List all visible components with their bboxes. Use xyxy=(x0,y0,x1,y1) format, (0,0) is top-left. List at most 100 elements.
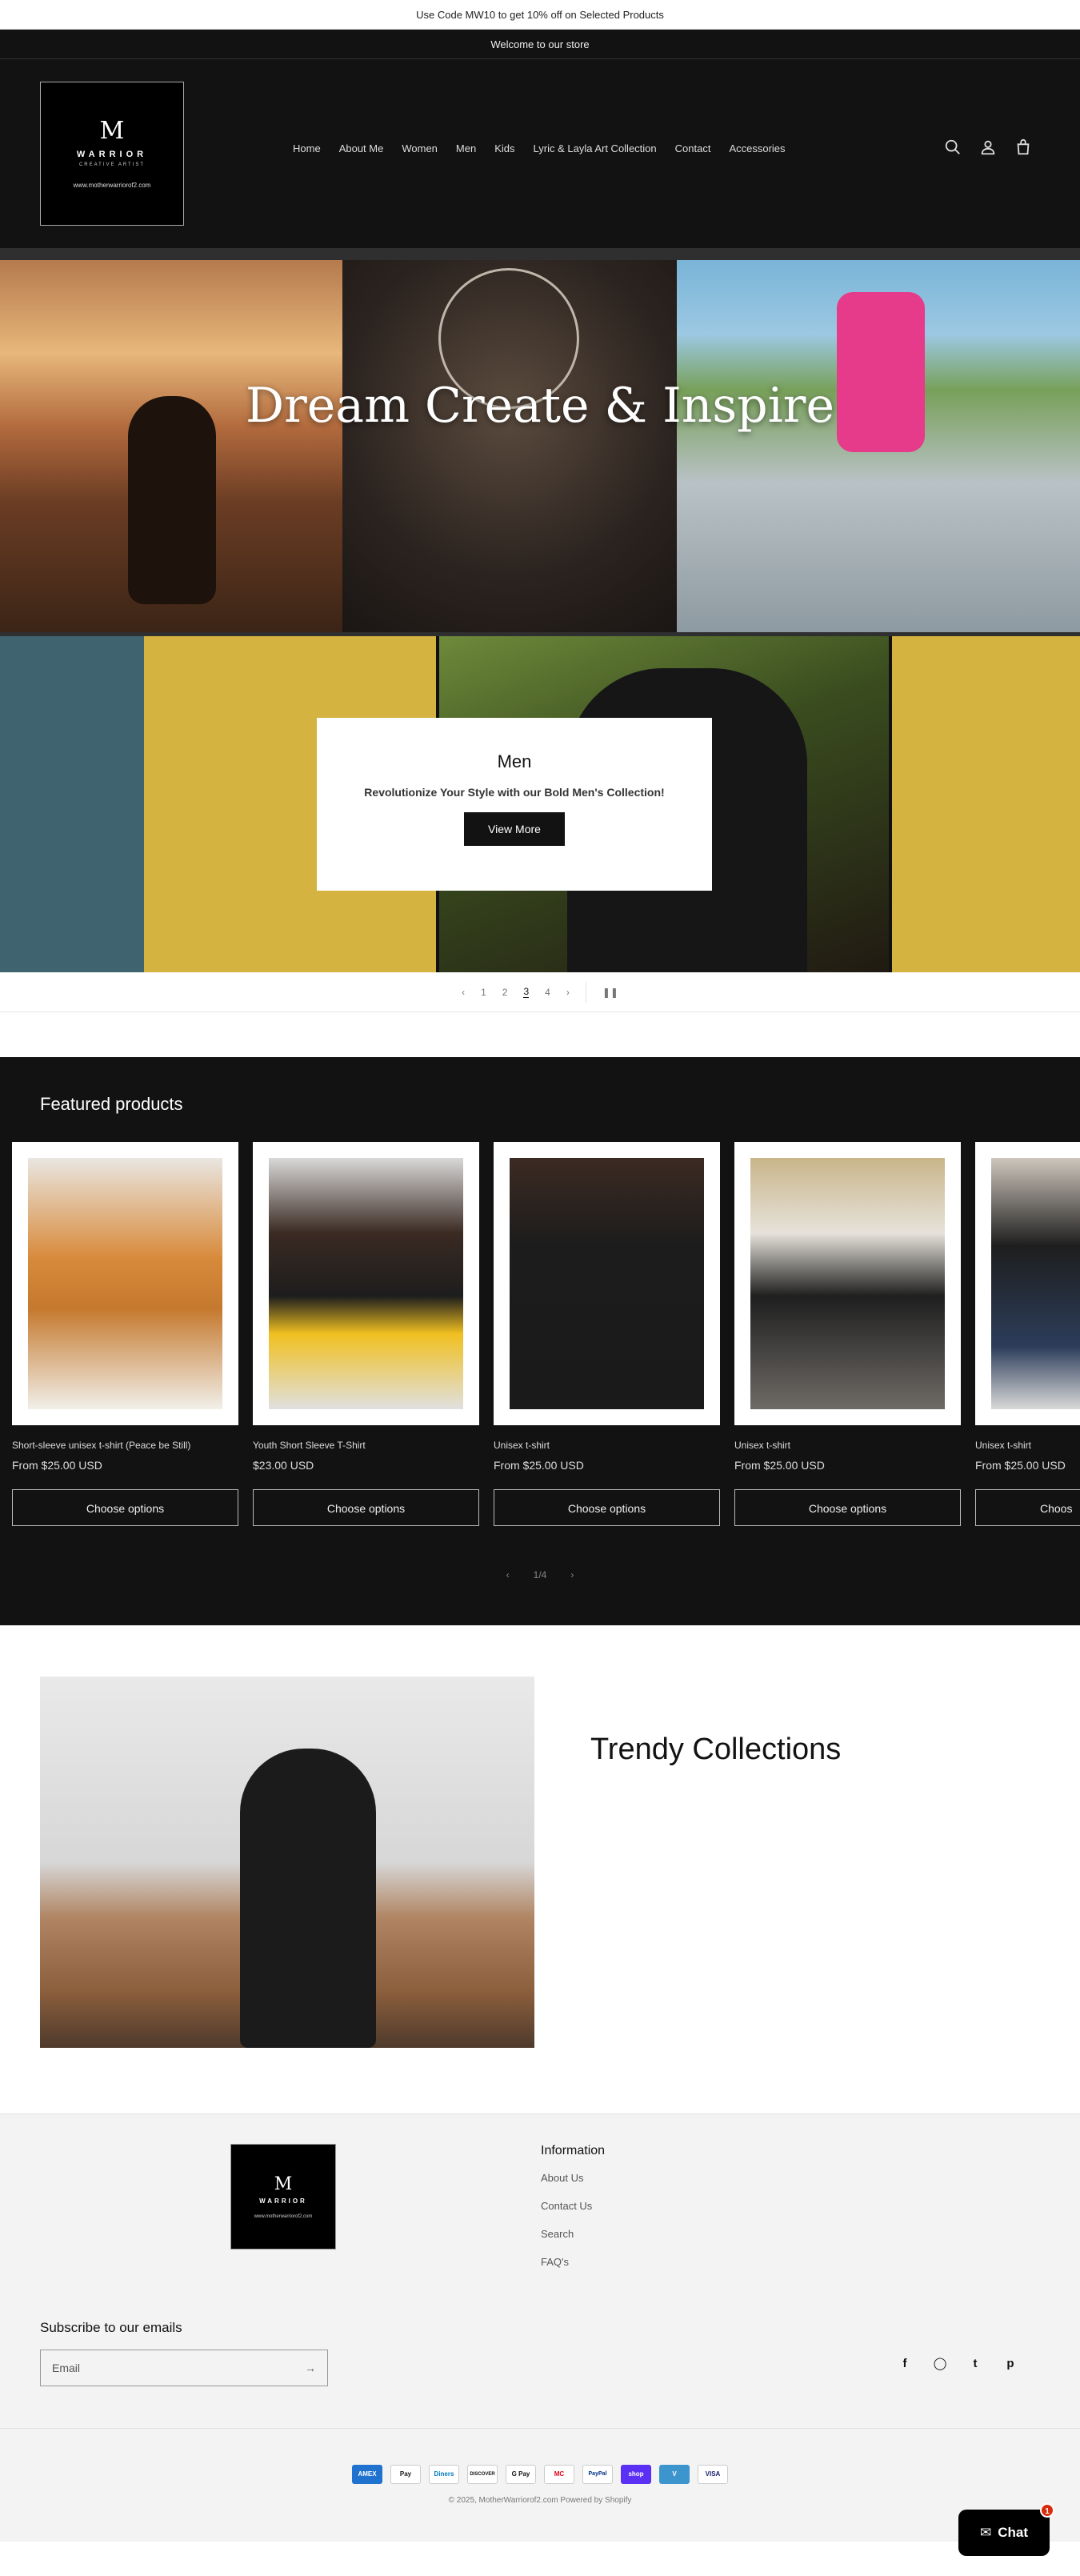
account-icon[interactable] xyxy=(979,138,997,156)
prev-page-icon[interactable]: ‹ xyxy=(506,1569,510,1580)
footer-info: Information About Us Contact Us Search F… xyxy=(541,2144,605,2284)
footer-link-faq[interactable]: FAQ's xyxy=(541,2256,605,2268)
hero-title: Dream Create & Inspire xyxy=(246,378,834,434)
nav-women[interactable]: Women xyxy=(402,142,438,154)
slide-text: Revolutionize Your Style with our Bold M… xyxy=(364,786,665,799)
next-page-icon[interactable]: › xyxy=(570,1569,574,1580)
facebook-icon[interactable]: f xyxy=(898,2357,912,2371)
slide-heading: Men xyxy=(497,751,532,771)
collection-image xyxy=(40,1677,534,2048)
footer-logo[interactable]: M WARRIOR www.motherwarriorof2.com xyxy=(230,2144,336,2249)
product-card[interactable]: Short-sleeve unisex t-shirt (Peace be St… xyxy=(12,1142,238,1526)
nav-home[interactable]: Home xyxy=(293,142,321,154)
choose-options-button[interactable]: Choose options xyxy=(734,1489,961,1526)
apple-pay-icon: Pay xyxy=(390,2465,421,2484)
logo-name: WARRIOR xyxy=(259,2197,307,2205)
submit-arrow-icon[interactable]: → xyxy=(305,2362,316,2374)
chat-bubble-icon: ✉ xyxy=(979,2525,992,2540)
view-more-button[interactable]: View More xyxy=(464,812,565,846)
pause-icon[interactable]: ❚❚ xyxy=(602,987,618,998)
product-title[interactable]: Unisex t-shirt xyxy=(734,1440,961,1451)
paypal-icon: PayPal xyxy=(582,2465,613,2484)
welcome-bar: Welcome to our store xyxy=(0,30,1080,59)
product-price: From $25.00 USD xyxy=(734,1459,825,1472)
product-title[interactable]: Unisex t-shirt xyxy=(975,1440,1080,1451)
pager-count: 1/4 xyxy=(533,1569,547,1580)
nav-lyric-layla[interactable]: Lyric & Layla Art Collection xyxy=(534,142,657,154)
product-card[interactable]: Unisex t-shirt From $25.00 USD Choose op… xyxy=(494,1142,720,1526)
product-price: From $25.00 USD xyxy=(12,1459,102,1472)
nav-about-me[interactable]: About Me xyxy=(339,142,384,154)
instagram-icon[interactable]: ◯ xyxy=(933,2357,947,2371)
slide-dot-3[interactable]: 3 xyxy=(523,986,530,998)
discover-icon: DISCOVER xyxy=(467,2465,498,2484)
cart-icon[interactable] xyxy=(1014,138,1032,156)
site-header: M WARRIOR CREATIVE ARTIST www.motherwarr… xyxy=(0,59,1080,248)
logo[interactable]: M WARRIOR CREATIVE ARTIST www.motherwarr… xyxy=(40,82,184,226)
chat-button[interactable]: ✉ Chat 1 xyxy=(958,2503,1054,2556)
slide-bg-panel xyxy=(0,636,144,972)
product-card[interactable]: Youth Short Sleeve T-Shirt $23.00 USD Ch… xyxy=(253,1142,479,1526)
choose-options-button[interactable]: Choos xyxy=(975,1489,1080,1526)
product-image[interactable] xyxy=(975,1142,1080,1425)
copyright: © 2025, MotherWarriorof2.com Powered by … xyxy=(448,2496,632,2505)
hero-image-kids xyxy=(677,260,1080,632)
slide-dot-1[interactable]: 1 xyxy=(481,987,486,998)
welcome-text: Welcome to our store xyxy=(490,38,590,50)
main-nav: Home About Me Women Men Kids Lyric & Lay… xyxy=(293,142,804,154)
logo-mark-icon: M xyxy=(99,116,125,145)
footer-info-title: Information xyxy=(541,2144,606,2157)
product-image[interactable] xyxy=(12,1142,238,1425)
venmo-icon: V xyxy=(659,2465,690,2484)
choose-options-button[interactable]: Choose options xyxy=(253,1489,479,1526)
search-icon[interactable] xyxy=(944,138,962,156)
product-card[interactable]: Unisex t-shirt From $25.00 USD Choose op… xyxy=(734,1142,961,1526)
collection-title: Trendy Collections xyxy=(590,1733,842,1766)
nav-kids[interactable]: Kids xyxy=(494,142,514,154)
nav-contact[interactable]: Contact xyxy=(675,142,711,154)
shop-pay-icon: shop xyxy=(621,2465,651,2484)
choose-options-button[interactable]: Choose options xyxy=(12,1489,238,1526)
footer-link-contact[interactable]: Contact Us xyxy=(541,2200,605,2212)
pinterest-icon[interactable]: p xyxy=(1003,2357,1018,2371)
product-image[interactable] xyxy=(494,1142,720,1425)
email-placeholder: Email xyxy=(52,2362,81,2374)
payment-icons: AMEX Pay Diners DISCOVER G Pay MC PayPal… xyxy=(0,2465,1080,2484)
nav-men[interactable]: Men xyxy=(456,142,476,154)
logo-url: www.motherwarriorof2.com xyxy=(254,2214,313,2219)
promo-text: Use Code MW10 to get 10% off on Selected… xyxy=(416,8,664,21)
product-image[interactable] xyxy=(734,1142,961,1425)
footer-bottom: AMEX Pay Diners DISCOVER G Pay MC PayPal… xyxy=(0,2428,1080,2542)
slide-card: Men Revolutionize Your Style with our Bo… xyxy=(317,718,712,891)
announcement-bar: Use Code MW10 to get 10% off on Selected… xyxy=(0,0,1080,30)
footer-link-about[interactable]: About Us xyxy=(541,2172,605,2184)
hero-image-meditation xyxy=(0,260,342,632)
featured-products: Featured products Short-sleeve unisex t-… xyxy=(0,1057,1080,1625)
footer-link-search[interactable]: Search xyxy=(541,2228,605,2240)
section-title: Featured products xyxy=(40,1094,183,1114)
product-title[interactable]: Youth Short Sleeve T-Shirt xyxy=(253,1440,479,1451)
product-price: $23.00 USD xyxy=(253,1459,314,1472)
prev-slide-icon[interactable]: ‹ xyxy=(462,987,465,998)
amex-icon: AMEX xyxy=(352,2465,382,2484)
slide-dot-2[interactable]: 2 xyxy=(502,987,508,998)
logo-mark-icon: M xyxy=(274,2174,293,2194)
twitter-icon[interactable]: t xyxy=(968,2357,982,2371)
email-field[interactable]: Email → xyxy=(40,2350,328,2386)
slide-dot-4[interactable]: 4 xyxy=(545,987,550,998)
product-price: From $25.00 USD xyxy=(975,1459,1066,1472)
social-links: f ◯ t p xyxy=(898,2357,1018,2371)
mastercard-icon: MC xyxy=(544,2465,574,2484)
product-image[interactable] xyxy=(253,1142,479,1425)
slideshow: Men Revolutionize Your Style with our Bo… xyxy=(0,636,1080,972)
next-slide-icon[interactable]: › xyxy=(566,987,570,998)
product-title[interactable]: Short-sleeve unisex t-shirt (Peace be St… xyxy=(12,1440,238,1451)
trendy-collections: Trendy Collections xyxy=(0,1625,1080,2113)
logo-url: www.motherwarriorof2.com xyxy=(73,181,151,189)
product-price: From $25.00 USD xyxy=(494,1459,584,1472)
nav-accessories[interactable]: Accessories xyxy=(729,142,785,154)
product-title[interactable]: Unisex t-shirt xyxy=(494,1440,720,1451)
choose-options-button[interactable]: Choose options xyxy=(494,1489,720,1526)
chat-badge: 1 xyxy=(1040,2503,1054,2518)
product-card[interactable]: Unisex t-shirt From $25.00 USD Choos xyxy=(975,1142,1080,1526)
